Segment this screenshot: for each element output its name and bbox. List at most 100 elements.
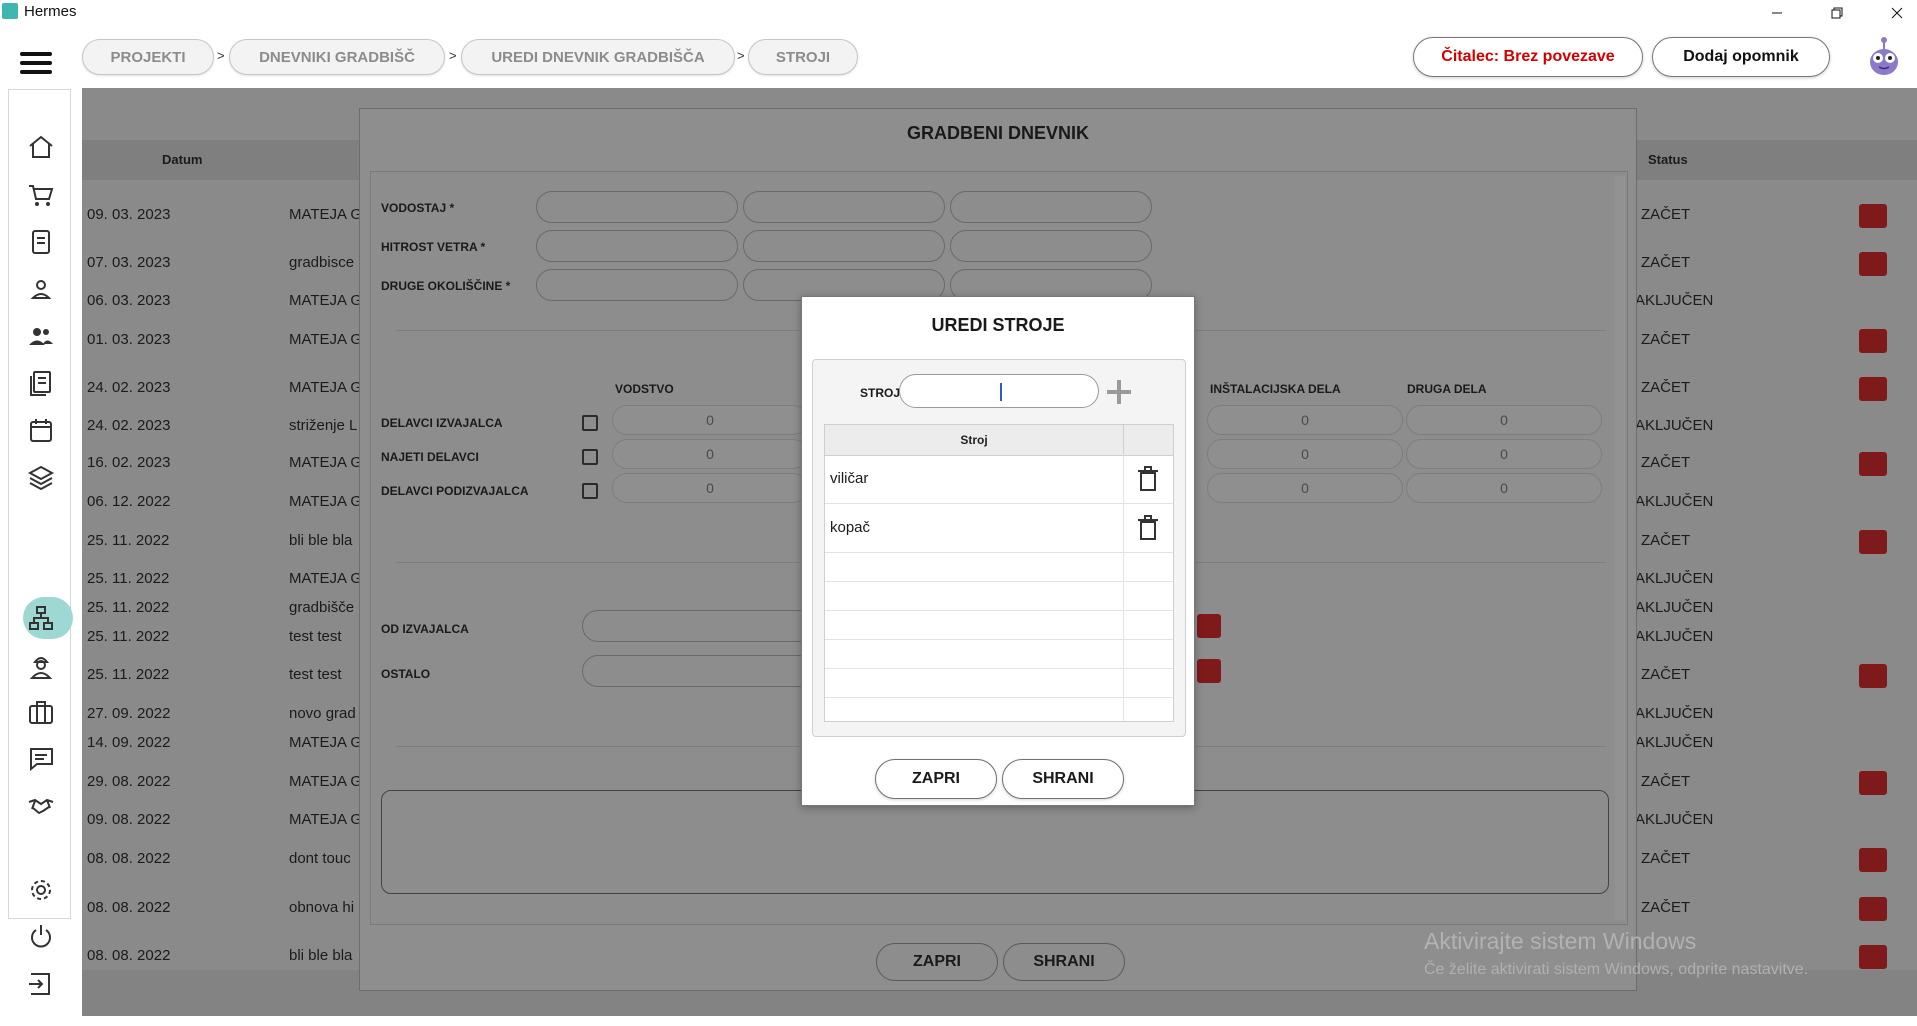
row-edit-button[interactable] (1859, 945, 1887, 969)
row-status: ZAČET (1641, 773, 1691, 790)
machines-dialog: UREDI STROJE STROJ Stroj viličar kopač Z… (801, 296, 1195, 806)
user-icon (30, 280, 52, 299)
restore-icon (1831, 7, 1843, 19)
sidebar-item-reports[interactable] (25, 367, 57, 399)
layers-icon (27, 465, 55, 491)
sidebar-item-documents[interactable] (25, 226, 57, 258)
row-date: 16. 02. 2023 (87, 454, 171, 471)
row-status: ZAČET (1641, 254, 1691, 271)
column-header-stroj: Stroj (960, 433, 988, 447)
restore-button[interactable] (1814, 0, 1860, 26)
najeti-delavci-checkbox[interactable] (582, 449, 598, 465)
sidebar-item-logout[interactable] (25, 968, 57, 1000)
sidebar-item-calendar[interactable] (25, 414, 57, 446)
trash-icon[interactable] (1137, 466, 1159, 492)
row-name: MATEJA G (289, 811, 359, 828)
vodostaj-field-2[interactable] (743, 191, 945, 223)
column-divider (1123, 425, 1124, 455)
row-name: test test (289, 628, 342, 645)
breadcrumb-stroji[interactable]: STROJI (748, 39, 858, 75)
row-edit-button[interactable] (1859, 377, 1887, 401)
row-edit-button[interactable] (1859, 664, 1887, 688)
delavci-izvajalca-checkbox[interactable] (582, 415, 598, 431)
add-reminder-button[interactable]: Dodaj opomnik (1652, 37, 1830, 77)
row-edit-button[interactable] (1859, 452, 1887, 476)
vodostaj-field-3[interactable] (950, 191, 1152, 223)
machine-name: viličar (830, 470, 869, 487)
instalacijska-count[interactable]: 0 (1207, 405, 1403, 435)
row-status: AKLJUČEN (1635, 599, 1714, 616)
delavci-podizvajalca-checkbox[interactable] (582, 483, 598, 499)
table-row[interactable]: viličar (825, 455, 1173, 503)
breadcrumb-dnevniki[interactable]: DNEVNIKI GRADBIŠČ (229, 39, 445, 75)
row-edit-button[interactable] (1859, 329, 1887, 353)
sidebar-item-worker[interactable] (25, 650, 57, 682)
sidebar-item-briefcase[interactable] (25, 696, 57, 728)
row-edit-button[interactable] (1859, 252, 1887, 276)
wind-field-1[interactable] (536, 230, 738, 262)
label-od-izvajalca: OD IZVAJALCA (381, 622, 469, 636)
row-date: 08. 08. 2022 (87, 947, 171, 964)
table-row[interactable]: kopač (825, 504, 1173, 552)
hamburger-menu-button[interactable] (20, 50, 54, 76)
trash-icon[interactable] (1137, 515, 1159, 541)
vodstvo-count[interactable]: 0 (612, 439, 808, 469)
row-status: ZAČET (1641, 850, 1691, 867)
hamburger-line (20, 52, 52, 56)
diary-save-button[interactable]: SHRANI (1003, 943, 1125, 981)
app-logo-icon (2, 3, 18, 19)
form-scrollbar[interactable] (1615, 176, 1625, 920)
sidebar-item-power[interactable] (25, 920, 57, 952)
diary-close-button[interactable]: ZAPRI (876, 943, 998, 981)
close-icon (1891, 7, 1903, 19)
breadcrumb-projekti[interactable]: PROJEKTI (82, 39, 214, 75)
sidebar-item-home[interactable] (25, 131, 57, 163)
druga-count[interactable]: 0 (1406, 439, 1602, 469)
row-divider (825, 639, 1173, 640)
row-name: bli ble bla (289, 947, 353, 964)
sidebar-item-users[interactable] (25, 320, 57, 352)
row-edit-button[interactable] (1859, 530, 1887, 554)
ostalo-edit-button[interactable] (1197, 659, 1221, 683)
instalacijska-count[interactable]: 0 (1207, 439, 1403, 469)
sidebar-item-handshake[interactable] (25, 790, 57, 822)
sidebar-item-cart[interactable] (25, 179, 57, 211)
row-date: 06. 12. 2022 (87, 493, 171, 510)
add-machine-icon[interactable] (1104, 377, 1134, 407)
row-edit-button[interactable] (1859, 848, 1887, 872)
stroj-input[interactable] (899, 374, 1099, 408)
vodostaj-field-1[interactable] (536, 191, 738, 223)
avatar-icon[interactable] (1866, 36, 1902, 76)
sidebar (8, 89, 73, 995)
od-izvajalca-edit-button[interactable] (1197, 614, 1221, 638)
minimize-button[interactable] (1754, 0, 1800, 26)
row-edit-button[interactable] (1859, 204, 1887, 228)
activation-watermark-title: Aktivirajte sistem Windows (1424, 928, 1697, 954)
vodstvo-count[interactable]: 0 (612, 473, 808, 503)
reader-status-button[interactable]: Čitalec: Brez povezave (1413, 37, 1643, 77)
row-edit-button[interactable] (1859, 897, 1887, 921)
wind-field-3[interactable] (950, 230, 1152, 262)
row-name: MATEJA G (289, 331, 359, 348)
sidebar-item-messages[interactable] (25, 743, 57, 775)
sidebar-item-layers[interactable] (25, 461, 57, 493)
report-icon (30, 371, 51, 396)
sidebar-item-user[interactable] (25, 273, 57, 305)
wind-field-2[interactable] (743, 230, 945, 262)
row-edit-button[interactable] (1859, 771, 1887, 795)
machines-close-button[interactable]: ZAPRI (875, 759, 997, 799)
machines-dialog-title: UREDI STROJE (931, 315, 1065, 335)
sidebar-item-hierarchy[interactable] (25, 602, 57, 634)
gear-icon (31, 880, 51, 900)
breadcrumb-uredi-dnevnik[interactable]: UREDI DNEVNIK GRADBIŠČA (461, 39, 735, 75)
druga-count[interactable]: 0 (1406, 405, 1602, 435)
close-window-button[interactable] (1874, 0, 1917, 26)
row-date: 24. 02. 2023 (87, 379, 171, 396)
sidebar-item-settings[interactable] (25, 874, 57, 906)
row-date: 09. 08. 2022 (87, 811, 171, 828)
druga-count[interactable]: 0 (1406, 473, 1602, 503)
other-field-1[interactable] (536, 269, 738, 301)
machines-save-button[interactable]: SHRANI (1002, 759, 1124, 799)
instalacijska-count[interactable]: 0 (1207, 473, 1403, 503)
vodstvo-count[interactable]: 0 (612, 405, 808, 435)
